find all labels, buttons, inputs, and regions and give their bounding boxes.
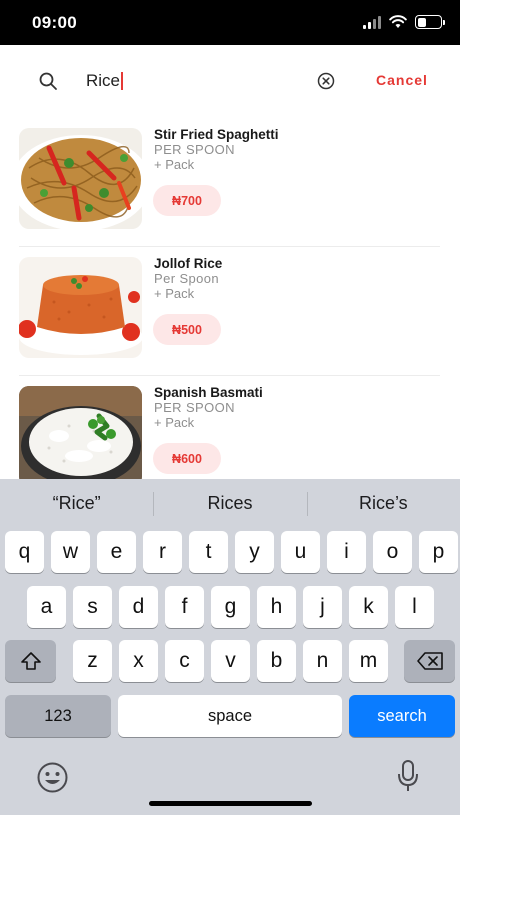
key-t[interactable]: t (189, 531, 228, 573)
wifi-icon (389, 15, 407, 28)
clear-search-icon[interactable] (317, 72, 335, 90)
key-l[interactable]: l (395, 586, 434, 628)
home-indicator (149, 801, 312, 806)
key-z[interactable]: z (73, 640, 112, 682)
key-w[interactable]: w (51, 531, 90, 573)
key-p[interactable]: p (419, 531, 458, 573)
key-x[interactable]: x (119, 640, 158, 682)
key-c[interactable]: c (165, 640, 204, 682)
search-bar: Rice Cancel (0, 45, 460, 117)
cancel-button[interactable]: Cancel (376, 72, 428, 88)
key-m[interactable]: m (349, 640, 388, 682)
food-pack-option: + Pack (154, 415, 195, 430)
food-pack-option: + Pack (154, 157, 195, 172)
key-k[interactable]: k (349, 586, 388, 628)
key-g[interactable]: g (211, 586, 250, 628)
key-s[interactable]: s (73, 586, 112, 628)
key-i[interactable]: i (327, 531, 366, 573)
microphone-icon[interactable] (396, 759, 420, 793)
key-a[interactable]: a (27, 586, 66, 628)
status-bar: 09:00 (0, 0, 460, 45)
key-j[interactable]: j (303, 586, 342, 628)
food-unit: PER SPOON (154, 142, 235, 157)
delete-key[interactable] (404, 640, 455, 682)
key-v[interactable]: v (211, 640, 250, 682)
food-image-jollof-rice (19, 257, 142, 358)
price-badge[interactable]: ₦500 (153, 314, 221, 345)
food-pack-option: + Pack (154, 286, 195, 301)
key-n[interactable]: n (303, 640, 342, 682)
signal-icon (363, 15, 381, 29)
keyboard-suggestions: “Rice” Rices Rice’s (0, 479, 460, 528)
key-r[interactable]: r (143, 531, 182, 573)
key-b[interactable]: b (257, 640, 296, 682)
result-item-stir-fried-spaghetti[interactable]: Stir Fried Spaghetti PER SPOON + Pack ₦7… (19, 117, 440, 247)
phone-screen: 09:00 Rice Cancel Stir Fried Spaghetti P… (0, 0, 460, 815)
text-caret (121, 72, 124, 90)
search-input[interactable]: Rice (86, 69, 286, 93)
search-key[interactable]: search (349, 695, 455, 737)
space-key[interactable]: space (118, 695, 342, 737)
key-e[interactable]: e (97, 531, 136, 573)
food-name: Stir Fried Spaghetti (154, 127, 279, 142)
food-image-basmati (19, 386, 142, 487)
backspace-icon (416, 652, 443, 670)
suggestion-item[interactable]: “Rice” (0, 479, 153, 528)
key-y[interactable]: y (235, 531, 274, 573)
status-icons (363, 15, 445, 29)
key-h[interactable]: h (257, 586, 296, 628)
food-unit: PER SPOON (154, 400, 235, 415)
battery-icon (415, 15, 445, 29)
suggestion-item[interactable]: Rices (153, 479, 306, 528)
key-f[interactable]: f (165, 586, 204, 628)
suggestion-item[interactable]: Rice’s (306, 479, 460, 528)
emoji-icon[interactable] (36, 761, 69, 794)
key-q[interactable]: q (5, 531, 44, 573)
food-image-spaghetti (19, 128, 142, 229)
key-u[interactable]: u (281, 531, 320, 573)
food-unit: Per Spoon (154, 271, 220, 286)
search-query: Rice (86, 71, 121, 90)
food-name: Spanish Basmati (154, 385, 263, 400)
price-badge[interactable]: ₦600 (153, 443, 221, 474)
key-o[interactable]: o (373, 531, 412, 573)
shift-icon (20, 652, 41, 670)
search-icon (39, 72, 57, 90)
key-d[interactable]: d (119, 586, 158, 628)
numbers-key[interactable]: 123 (5, 695, 111, 737)
food-name: Jollof Rice (154, 256, 223, 271)
status-time: 09:00 (32, 13, 77, 32)
result-item-jollof-rice[interactable]: Jollof Rice Per Spoon + Pack ₦500 (19, 246, 440, 376)
ios-keyboard: “Rice” Rices Rice’s qwertyuiop asdfghjkl z… (0, 479, 460, 815)
shift-key[interactable] (5, 640, 56, 682)
price-badge[interactable]: ₦700 (153, 185, 221, 216)
